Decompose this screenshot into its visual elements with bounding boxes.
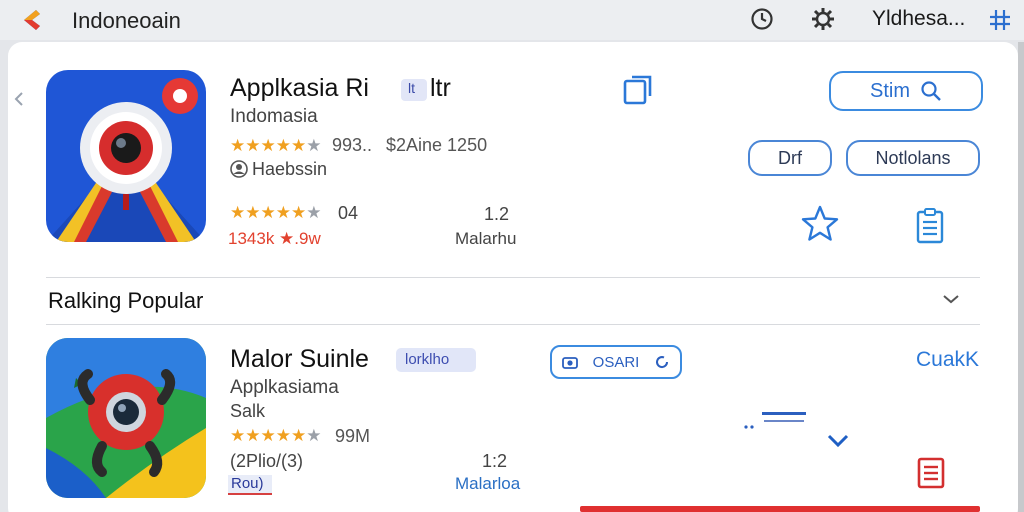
get-button-label: Stim bbox=[870, 79, 910, 102]
divider bbox=[46, 324, 980, 325]
featured-app-badge-label: lt bbox=[408, 80, 415, 96]
featured-app-icon[interactable] bbox=[46, 70, 206, 242]
second-app-rating-count: 99M bbox=[335, 426, 371, 446]
featured-app-subtitle: Indomasia bbox=[230, 106, 318, 127]
search-icon bbox=[921, 81, 941, 101]
document-icon[interactable] bbox=[914, 208, 946, 244]
notifications-button[interactable]: Notlolans bbox=[846, 140, 980, 176]
open-button[interactable]: OSARI bbox=[550, 345, 682, 379]
featured-app-version: 1.2 bbox=[484, 204, 510, 224]
featured-app-rating-count: 993.. bbox=[332, 135, 373, 155]
camera-icon bbox=[562, 357, 578, 369]
back-chevron-icon[interactable] bbox=[14, 92, 24, 106]
second-app-star-rating: ★★★★★★ bbox=[230, 426, 322, 445]
second-app-category: Salk bbox=[230, 401, 266, 421]
open-button-label: OSARI bbox=[592, 353, 640, 371]
gear-icon[interactable] bbox=[810, 6, 836, 32]
second-app-subtitle: Applkasiama bbox=[230, 377, 339, 398]
more-link[interactable]: CuakK bbox=[916, 348, 979, 372]
share-icon[interactable] bbox=[622, 74, 654, 106]
store-logo-icon[interactable] bbox=[20, 8, 48, 32]
second-app-icon[interactable] bbox=[46, 338, 206, 498]
featured-app-title[interactable]: Applkasia Ri bbox=[230, 74, 369, 103]
top-bar: Indoneoain Yldhesa... bbox=[0, 0, 1024, 40]
grid-icon[interactable] bbox=[988, 8, 1012, 32]
chevron-down-icon[interactable] bbox=[826, 432, 850, 450]
divider bbox=[46, 277, 980, 278]
refresh-icon bbox=[656, 356, 669, 369]
get-button[interactable]: Stim bbox=[829, 71, 983, 111]
chevron-down-icon[interactable] bbox=[942, 292, 960, 306]
section-title: Ralking Popular bbox=[48, 288, 204, 313]
details-button-label: Drf bbox=[778, 147, 802, 168]
featured-app-title-tail: ltr bbox=[430, 74, 451, 102]
featured-app-downloads: 1343k ★.9w bbox=[228, 229, 321, 248]
user-menu[interactable]: Yldhesa... bbox=[872, 7, 965, 31]
details-button[interactable]: Drf bbox=[748, 140, 832, 176]
featured-app-star-rating: ★★★★★★ bbox=[230, 136, 322, 155]
favorite-star-icon[interactable] bbox=[800, 204, 840, 244]
featured-app-rating-value: 04 bbox=[338, 203, 359, 223]
second-app-title[interactable]: Malor Suinle bbox=[230, 345, 369, 374]
featured-app-developer[interactable]: Haebssin bbox=[252, 159, 327, 180]
second-app-version-label[interactable]: Malarloa bbox=[455, 474, 520, 494]
loading-indicator-icon bbox=[744, 412, 806, 429]
developer-icon bbox=[230, 160, 248, 178]
clock-icon[interactable] bbox=[750, 7, 774, 31]
second-app-version: 1:2 bbox=[482, 451, 508, 471]
report-icon[interactable] bbox=[916, 456, 946, 490]
featured-app-version-label: Malarhu bbox=[455, 229, 517, 248]
notifications-button-label: Notlolans bbox=[875, 147, 951, 168]
featured-app-price: $2Aine 1250 bbox=[386, 135, 488, 155]
scrollbar[interactable] bbox=[1018, 42, 1024, 512]
progress-bar bbox=[580, 506, 980, 512]
app-store-title: Indoneoain bbox=[72, 8, 181, 33]
featured-app-star-rating-2: ★★★★★★ bbox=[230, 203, 322, 222]
second-app-tag-label: Rou) bbox=[231, 475, 264, 492]
second-app-badge-label: lorklho bbox=[405, 351, 450, 368]
second-app-reviews: (2Plio/(3) bbox=[230, 451, 304, 471]
